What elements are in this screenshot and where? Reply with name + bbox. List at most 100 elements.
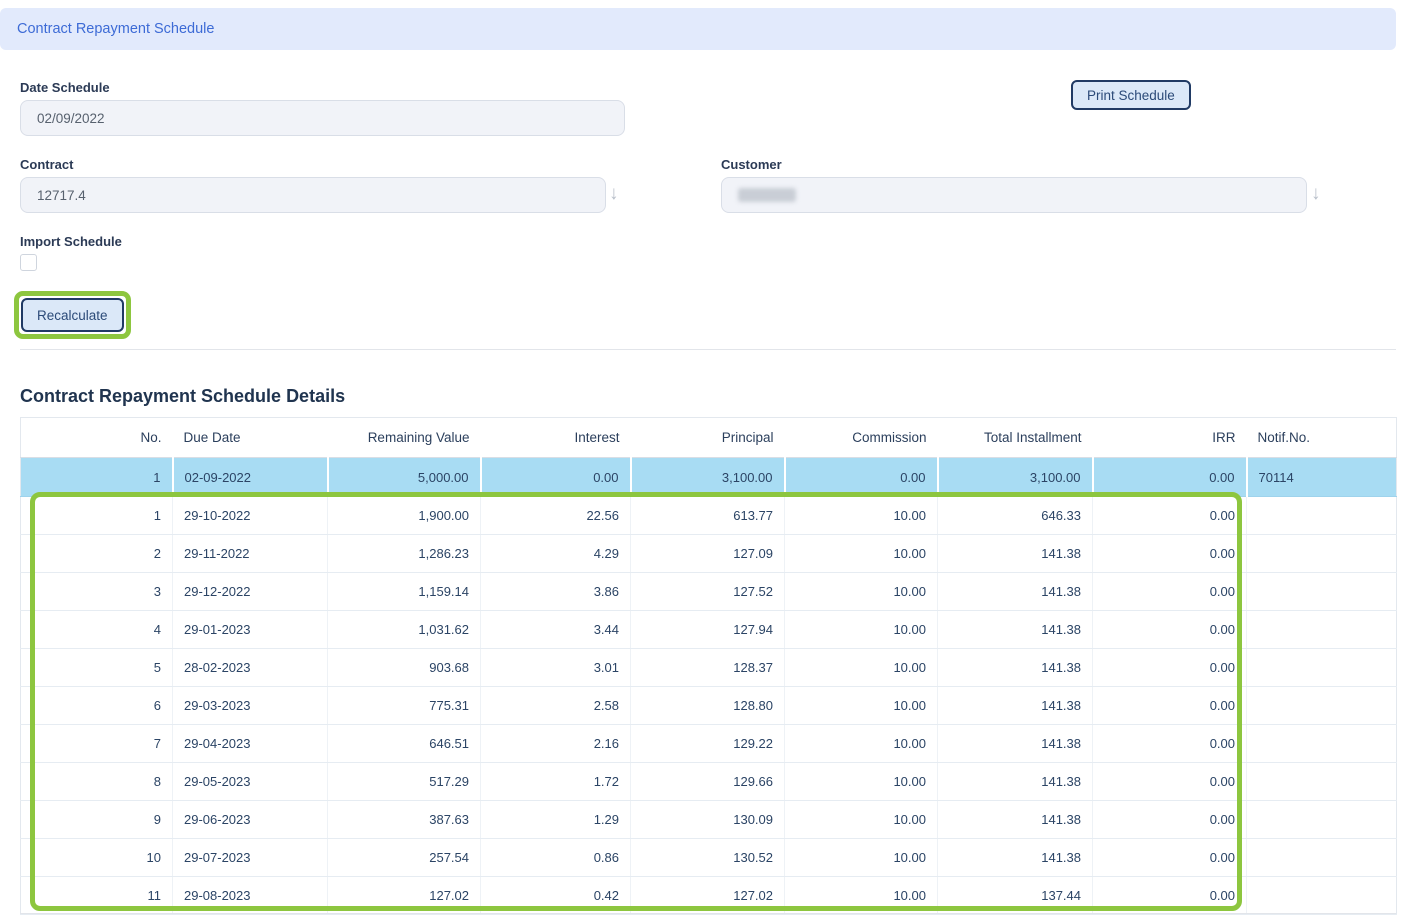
table-row[interactable]: 429-01-20231,031.623.44127.9410.00141.38… [21, 611, 1397, 649]
table-cell: 29-11-2022 [173, 535, 328, 573]
table-cell: 10.00 [785, 611, 938, 649]
customer-input[interactable] [721, 177, 1307, 213]
table-cell: 7 [21, 725, 173, 763]
column-header: Interest [481, 418, 631, 458]
table-cell: 141.38 [938, 687, 1093, 725]
table-cell: 0.00 [1093, 801, 1247, 839]
table-cell: 613.77 [631, 497, 785, 535]
table-cell: 0.42 [481, 877, 631, 915]
table-cell: 141.38 [938, 725, 1093, 763]
table-cell [1247, 801, 1397, 839]
table-row[interactable]: 929-06-2023387.631.29130.0910.00141.380.… [21, 801, 1397, 839]
table-cell: 130.52 [631, 839, 785, 877]
table-row[interactable]: 1029-07-2023257.540.86130.5210.00141.380… [21, 839, 1397, 877]
repayment-schedule-table: No.Due DateRemaining ValueInterestPrinci… [20, 417, 1397, 915]
table-cell: 6 [21, 687, 173, 725]
table-row-selected[interactable]: 102-09-20225,000.000.003,100.000.003,100… [21, 458, 1397, 497]
table-cell [1247, 535, 1397, 573]
table-cell: 0.00 [1093, 458, 1247, 497]
column-header: No. [21, 418, 173, 458]
table-cell: 646.51 [328, 725, 481, 763]
table-cell [1247, 725, 1397, 763]
table-cell: 0.00 [1093, 611, 1247, 649]
table-cell: 29-04-2023 [173, 725, 328, 763]
table-cell: 0.00 [1093, 497, 1247, 535]
column-header: Commission [785, 418, 938, 458]
table-row[interactable]: 528-02-2023903.683.01128.3710.00141.380.… [21, 649, 1397, 687]
table-cell: 10.00 [785, 763, 938, 801]
column-header: IRR [1093, 418, 1247, 458]
table-cell [1247, 649, 1397, 687]
table-cell [1247, 497, 1397, 535]
table-cell: 130.09 [631, 801, 785, 839]
date-schedule-input[interactable] [20, 100, 625, 136]
column-header: Due Date [173, 418, 328, 458]
table-cell: 10.00 [785, 497, 938, 535]
table-cell: 141.38 [938, 801, 1093, 839]
table-cell: 29-10-2022 [173, 497, 328, 535]
table-cell: 141.38 [938, 763, 1093, 801]
table-row[interactable]: 229-11-20221,286.234.29127.0910.00141.38… [21, 535, 1397, 573]
table-cell: 10.00 [785, 839, 938, 877]
table-cell: 0.00 [1093, 649, 1247, 687]
contract-input[interactable] [20, 177, 606, 213]
bottom-divider [20, 913, 1396, 914]
import-schedule-label: Import Schedule [20, 234, 122, 249]
table-cell: 10.00 [785, 535, 938, 573]
table-cell: 387.63 [328, 801, 481, 839]
table-row[interactable]: 329-12-20221,159.143.86127.5210.00141.38… [21, 573, 1397, 611]
table-cell: 3,100.00 [631, 458, 785, 497]
table-cell: 2.16 [481, 725, 631, 763]
table-cell: 5 [21, 649, 173, 687]
table-cell: 3.86 [481, 573, 631, 611]
customer-dropdown-arrow-icon[interactable]: ↓ [1311, 184, 1321, 203]
table-row[interactable]: 729-04-2023646.512.16129.2210.00141.380.… [21, 725, 1397, 763]
table-cell: 29-08-2023 [173, 877, 328, 915]
table-row[interactable]: 1129-08-2023127.020.42127.0210.00137.440… [21, 877, 1397, 915]
table-cell: 1,286.23 [328, 535, 481, 573]
table-cell: 0.00 [1093, 725, 1247, 763]
table-row[interactable]: 629-03-2023775.312.58128.8010.00141.380.… [21, 687, 1397, 725]
table-cell: 141.38 [938, 573, 1093, 611]
table-cell: 2 [21, 535, 173, 573]
table-cell: 0.00 [1093, 763, 1247, 801]
table-cell: 10.00 [785, 877, 938, 915]
import-schedule-checkbox[interactable] [20, 254, 37, 271]
table-cell: 127.52 [631, 573, 785, 611]
table-cell: 4 [21, 611, 173, 649]
table-cell: 129.22 [631, 725, 785, 763]
print-schedule-button[interactable]: Print Schedule [1071, 80, 1191, 110]
table-cell: 0.00 [1093, 687, 1247, 725]
table-cell: 3,100.00 [938, 458, 1093, 497]
date-schedule-label: Date Schedule [20, 80, 110, 95]
table-cell: 10.00 [785, 725, 938, 763]
customer-label: Customer [721, 157, 782, 172]
table-cell [1247, 573, 1397, 611]
table-cell: 129.66 [631, 763, 785, 801]
table-cell: 11 [21, 877, 173, 915]
table-cell: 10.00 [785, 573, 938, 611]
table-cell: 2.58 [481, 687, 631, 725]
table-cell: 1,031.62 [328, 611, 481, 649]
table-cell [1247, 763, 1397, 801]
table-row[interactable]: 129-10-20221,900.0022.56613.7710.00646.3… [21, 497, 1397, 535]
column-header: Total Installment [938, 418, 1093, 458]
contract-dropdown-arrow-icon[interactable]: ↓ [609, 184, 619, 203]
table-cell: 903.68 [328, 649, 481, 687]
table-cell: 10 [21, 839, 173, 877]
table-cell: 141.38 [938, 611, 1093, 649]
table-cell: 646.33 [938, 497, 1093, 535]
table-cell: 0.00 [1093, 535, 1247, 573]
table-cell: 0.00 [1093, 839, 1247, 877]
details-table-body: 102-09-20225,000.000.003,100.000.003,100… [21, 458, 1397, 915]
table-cell: 137.44 [938, 877, 1093, 915]
column-header: Remaining Value [328, 418, 481, 458]
table-cell: 10.00 [785, 801, 938, 839]
table-row[interactable]: 829-05-2023517.291.72129.6610.00141.380.… [21, 763, 1397, 801]
table-cell: 4.29 [481, 535, 631, 573]
recalculate-highlight-box: Recalculate [14, 291, 131, 339]
table-cell: 127.09 [631, 535, 785, 573]
recalculate-button[interactable]: Recalculate [21, 298, 124, 332]
table-cell: 128.80 [631, 687, 785, 725]
table-cell: 3 [21, 573, 173, 611]
